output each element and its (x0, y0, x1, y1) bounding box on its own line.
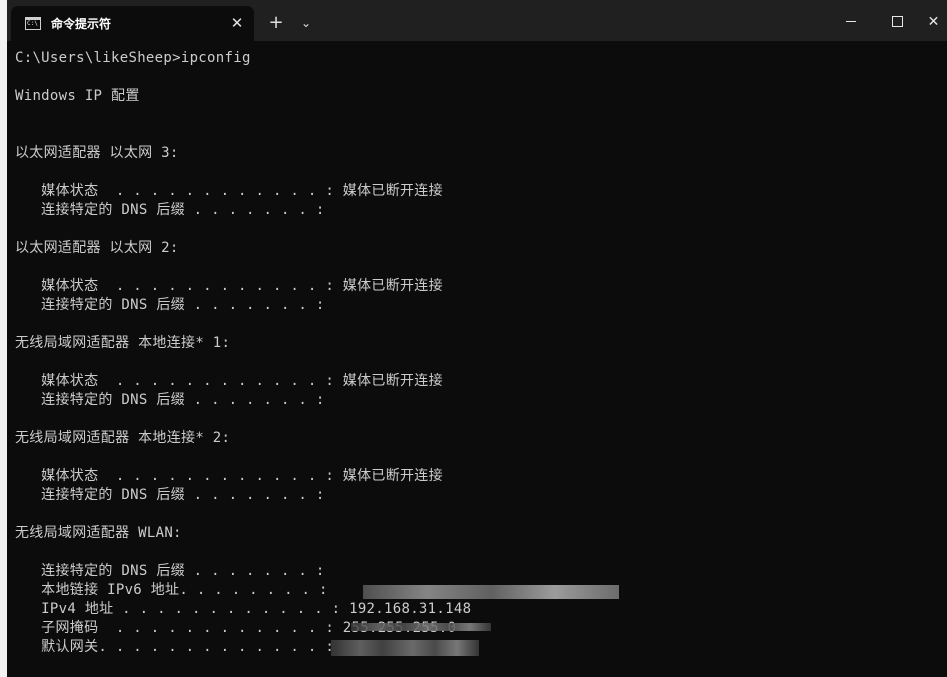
console-line: 以太网适配器 以太网 2: (15, 240, 179, 256)
console-line: 连接特定的 DNS 后缀 . . . . . . . : (15, 563, 325, 579)
maximize-button[interactable] (874, 0, 920, 41)
console-line: 媒体状态 . . . . . . . . . . . . : 媒体已断开连接 (15, 278, 443, 294)
console-line: 连接特定的 DNS 后缀 . . . . . . . : (15, 392, 325, 408)
terminal-window: C:\ 命令提示符 ✕ + ⌄ ✕ C:\Users\likeSheep>ipc… (7, 0, 947, 677)
console-line: 媒体状态 . . . . . . . . . . . . : 媒体已断开连接 (15, 183, 443, 199)
console-line: 无线局域网适配器 本地连接* 2: (15, 430, 231, 446)
tab-title: 命令提示符 (51, 17, 112, 31)
console-line: C:\Users\likeSheep>ipconfig (15, 50, 251, 66)
chevron-down-icon[interactable]: ⌄ (295, 12, 317, 34)
redaction-ipv6 (363, 585, 619, 599)
redaction-netmask-partial (351, 623, 491, 631)
console-line: Windows IP 配置 (15, 88, 140, 104)
console-line: 媒体状态 . . . . . . . . . . . . : 媒体已断开连接 (15, 468, 443, 484)
new-tab-button[interactable]: + (265, 12, 287, 34)
console-line: 无线局域网适配器 WLAN: (15, 525, 182, 541)
close-icon: ✕ (927, 14, 940, 30)
tab-command-prompt[interactable]: C:\ 命令提示符 ✕ (11, 6, 254, 41)
close-window-button[interactable]: ✕ (920, 0, 947, 41)
close-tab-icon[interactable]: ✕ (228, 14, 246, 32)
console-line: 媒体状态 . . . . . . . . . . . . : 媒体已断开连接 (15, 373, 443, 389)
maximize-icon (891, 16, 903, 27)
title-bar[interactable]: C:\ 命令提示符 ✕ + ⌄ ✕ (7, 0, 947, 41)
console-line: 连接特定的 DNS 后缀 . . . . . . . : (15, 297, 325, 313)
console-line: IPv4 地址 . . . . . . . . . . . . : 192.16… (15, 601, 472, 617)
minimize-icon (846, 21, 856, 22)
console-line: 连接特定的 DNS 后缀 . . . . . . . : (15, 487, 325, 503)
console-output[interactable]: C:\Users\likeSheep>ipconfig Windows IP 配置… (15, 49, 471, 657)
terminal-icon: C:\ (25, 17, 41, 30)
console-line: 以太网适配器 以太网 3: (15, 145, 179, 161)
console-line: 无线局域网适配器 本地连接* 1: (15, 335, 231, 351)
console-line: 连接特定的 DNS 后缀 . . . . . . . : (15, 202, 325, 218)
minimize-button[interactable] (828, 0, 874, 41)
redaction-gateway (331, 640, 479, 656)
